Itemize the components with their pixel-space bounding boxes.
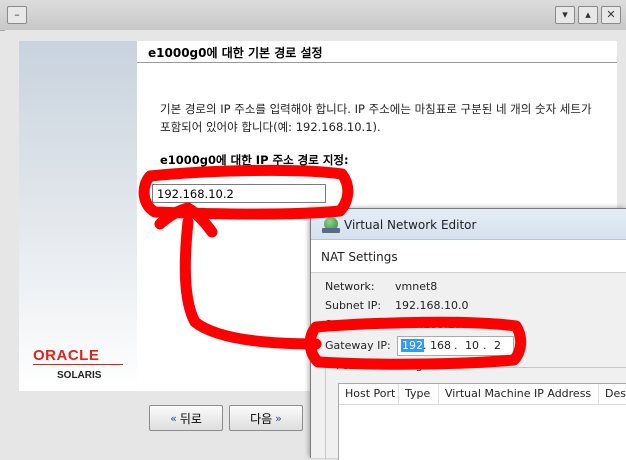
gateway-octet-3[interactable]: 10 <box>465 339 479 352</box>
oracle-logo: ORACLE <box>33 347 100 364</box>
window-menu-button[interactable]: – <box>7 6 27 24</box>
next-button-label: 다음 <box>250 411 273 426</box>
gateway-ip-label: Gateway IP: <box>325 339 391 352</box>
route-ip-input[interactable] <box>152 184 326 203</box>
chevron-left-icon: « <box>170 411 177 425</box>
column-header-type[interactable]: Type <box>399 384 439 404</box>
network-globe-icon-base <box>322 228 340 233</box>
octet-separator: . <box>454 339 458 352</box>
solaris-logo: SOLARIS <box>57 370 102 381</box>
port-forwarding-table[interactable]: Host Port Type Virtual Machine IP Addres… <box>338 383 626 460</box>
gateway-octet-4[interactable]: 2 <box>494 339 501 352</box>
page-title: e1000g0에 대한 기본 경로 설정 <box>148 46 323 60</box>
port-forwarding-group: Port Forwarding Host Port Type Virtual M… <box>325 359 626 460</box>
gateway-ip-field[interactable]: 192 . 168 . 10 . 2 <box>397 336 514 356</box>
installer-title-bar: – ▾ ▴ ✕ <box>0 0 626 31</box>
gateway-octet-1[interactable]: 192 <box>401 339 424 352</box>
back-button[interactable]: « 뒤로 <box>149 405 223 431</box>
network-value: vmnet8 <box>395 280 438 293</box>
close-button[interactable]: ✕ <box>601 6 621 24</box>
port-forwarding-label: Port Forwarding <box>334 359 425 372</box>
subnet-ip-value: 192.168.10.0 <box>395 299 469 312</box>
chevron-right-icon: » <box>275 411 282 425</box>
column-header-description[interactable]: Description <box>599 384 626 404</box>
subnet-mask-value: 255.255.255.0 <box>399 318 480 331</box>
octet-separator: . <box>483 339 487 352</box>
nat-settings-header: NAT Settings <box>311 240 626 273</box>
instructions-text: 기본 경로의 IP 주소를 입력해야 합니다. IP 주소에는 마침표로 구분된… <box>160 102 592 134</box>
network-label: Network: <box>325 280 375 293</box>
next-button[interactable]: 다음 » <box>229 405 303 431</box>
gateway-octet-2[interactable]: 168 <box>430 339 451 352</box>
maximize-button[interactable]: ▴ <box>578 6 598 24</box>
subnet-mask-label: Subnet mask: <box>325 318 401 331</box>
virtual-network-editor-window: Virtual Network Editor NAT Settings Netw… <box>310 208 626 460</box>
vne-title: Virtual Network Editor <box>344 218 477 232</box>
column-header-vm-ip[interactable]: Virtual Machine IP Address <box>439 384 599 404</box>
route-ip-label: e1000g0에 대한 IP 주소 경로 지정: <box>160 153 349 167</box>
title-divider <box>137 62 617 63</box>
octet-separator: . <box>423 339 427 352</box>
minimize-button[interactable]: ▾ <box>555 6 575 24</box>
nat-settings-title: NAT Settings <box>321 250 398 264</box>
installer-side-panel <box>19 41 138 391</box>
back-button-label: 뒤로 <box>179 411 202 426</box>
table-header: Host Port Type Virtual Machine IP Addres… <box>339 384 626 405</box>
subnet-ip-label: Subnet IP: <box>325 299 382 312</box>
vne-title-bar: Virtual Network Editor <box>311 209 626 240</box>
oracle-logo-rule <box>33 364 123 365</box>
column-header-host-port[interactable]: Host Port <box>339 384 399 404</box>
